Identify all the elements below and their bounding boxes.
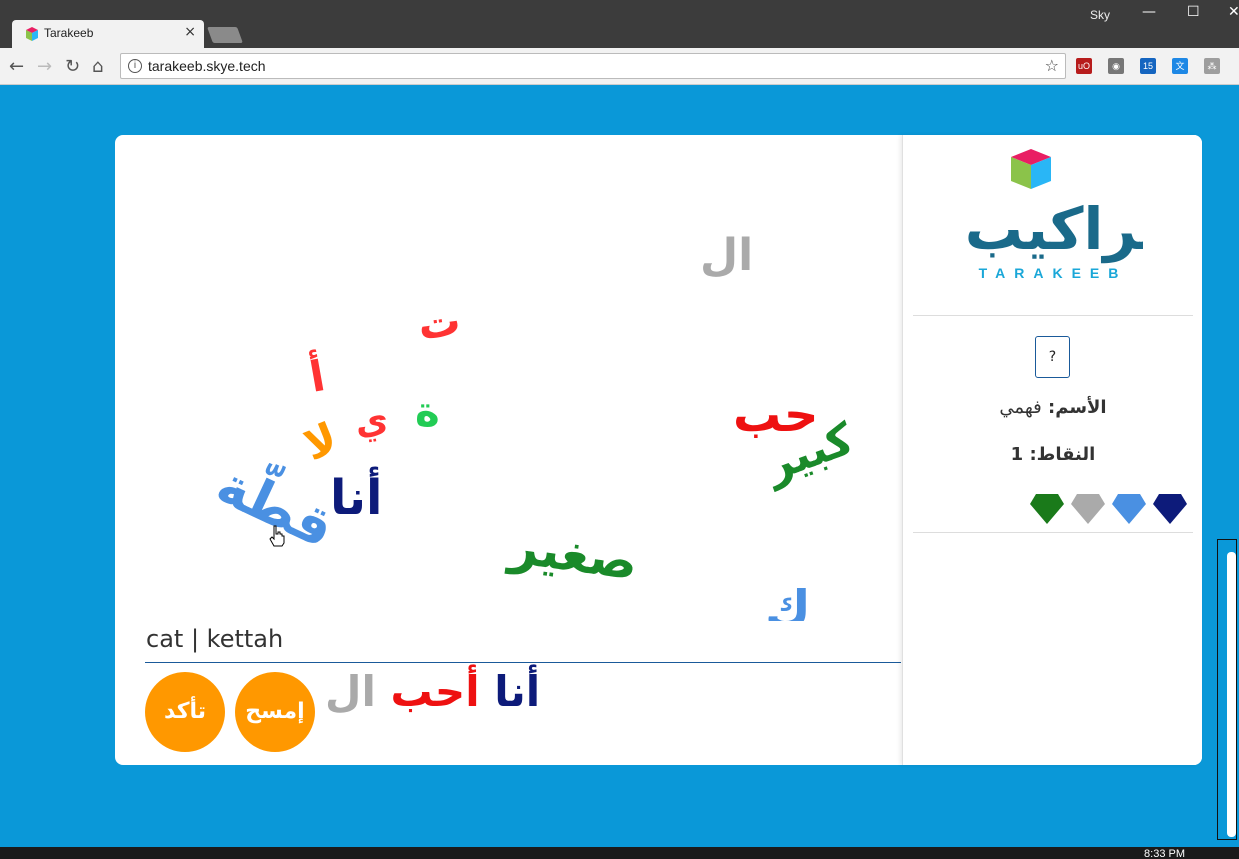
points-label: النقاط: [1029, 444, 1096, 465]
profile-name[interactable]: Sky [1090, 8, 1110, 22]
maximize-icon[interactable]: ☐ [1187, 4, 1200, 20]
address-bar[interactable]: i tarakeeb.skye.tech ☆ [120, 53, 1066, 79]
browser-toolbar: ← → ↻ ⌂ i tarakeeb.skye.tech ☆ uO ◉ 15 文… [0, 48, 1239, 85]
name-value: فهمي [999, 397, 1042, 418]
game-card: ال ت أ ي ة لا أنا قطّة حب كبير صغير ك ca… [115, 135, 1202, 765]
new-tab-button[interactable] [207, 27, 243, 43]
gem-gray-icon [1071, 494, 1105, 524]
taskbar-clock: 8:33 PM [1144, 848, 1185, 859]
scrollbar-thumb[interactable] [1227, 552, 1236, 837]
browser-tab[interactable]: Tarakeeb × [12, 20, 204, 48]
gem-green-icon [1030, 494, 1064, 524]
floating-word[interactable]: ت [415, 295, 464, 349]
windows-taskbar [0, 847, 1239, 859]
help-button[interactable]: ? [1035, 336, 1070, 378]
logo-wordmark: TARAKEEB [978, 265, 1128, 281]
confirm-button[interactable]: تأكد [145, 672, 225, 752]
gem-navy-icon [1153, 494, 1187, 524]
floating-word[interactable]: لا [297, 413, 344, 470]
translate-icon[interactable]: 文 [1172, 58, 1188, 74]
hand-cursor-icon [269, 525, 285, 547]
points-value: 1 [1010, 444, 1024, 465]
logo-cube-icon: تراكيب [965, 149, 1161, 264]
tab-title: Tarakeeb [44, 26, 94, 40]
svg-text:تراكيب: تراكيب [965, 195, 1143, 264]
minimize-icon[interactable]: — [1142, 4, 1156, 20]
ublock-icon[interactable]: uO [1076, 58, 1092, 74]
sidebar-divider [913, 532, 1193, 533]
url-text[interactable]: tarakeeb.skye.tech [148, 58, 266, 74]
camera-icon[interactable]: ◉ [1108, 58, 1124, 74]
answer-divider [145, 662, 901, 663]
reload-icon[interactable]: ↻ [65, 56, 80, 77]
floating-word[interactable]: أنا [330, 470, 383, 526]
sidebar-divider [913, 315, 1193, 316]
name-label: الأسم: [1048, 397, 1107, 418]
floating-word[interactable]: ك [765, 580, 811, 621]
bookmark-star-icon[interactable]: ☆ [1045, 56, 1059, 75]
floating-word[interactable]: أ [306, 351, 329, 402]
window-titlebar: Tarakeeb × Sky — ☐ ✕ [0, 0, 1239, 48]
sentence-word[interactable]: ال [325, 667, 376, 716]
translation-text: cat | kettah [146, 625, 284, 653]
player-points: النقاط: 1 [903, 444, 1203, 465]
floating-word[interactable]: صغير [507, 516, 642, 591]
forward-icon[interactable]: → [37, 56, 52, 77]
clear-button[interactable]: إمسح [235, 672, 315, 752]
player-name: الأسم: فهمي [903, 397, 1203, 418]
home-icon[interactable]: ⌂ [92, 56, 103, 77]
site-info-icon[interactable]: i [128, 59, 142, 73]
sentence-word[interactable]: أنا [494, 667, 540, 716]
word-play-area: ال ت أ ي ة لا أنا قطّة حب كبير صغير ك [115, 135, 901, 621]
gem-blue-icon [1112, 494, 1146, 524]
sentence-word[interactable]: حب [390, 667, 465, 716]
calendar-icon[interactable]: 15 [1140, 58, 1156, 74]
floating-word[interactable]: ي [352, 399, 390, 444]
close-window-icon[interactable]: ✕ [1228, 4, 1239, 20]
tab-close-icon[interactable]: × [184, 24, 196, 40]
floating-word[interactable]: ة [415, 387, 440, 436]
back-icon[interactable]: ← [9, 56, 24, 77]
tarakeeb-favicon-icon [26, 27, 38, 41]
player-sidebar: تراكيب TARAKEEB ? الأسم: فهمي النقاط: 1 [902, 135, 1202, 765]
sentence-word[interactable]: أ [465, 667, 479, 716]
extension-icon[interactable]: ⁂ [1204, 58, 1220, 74]
built-sentence: أنا أحب ال [325, 667, 540, 716]
floating-word[interactable]: ال [700, 230, 753, 281]
